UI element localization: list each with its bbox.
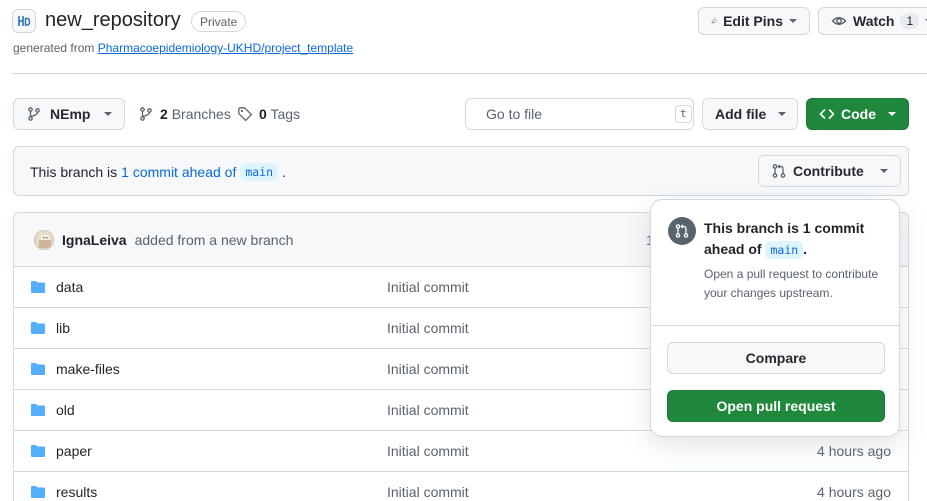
compare-button[interactable]: Compare: [667, 342, 885, 374]
git-pull-request-icon: [772, 164, 786, 178]
file-name[interactable]: lib: [56, 320, 70, 336]
chevron-down-icon: [888, 112, 896, 116]
keyboard-shortcut: t: [675, 105, 692, 123]
code-button[interactable]: Code: [806, 98, 909, 130]
git-pull-request-icon: [675, 224, 689, 238]
file-commit-message[interactable]: Initial commit: [387, 320, 469, 336]
folder-icon: [31, 281, 45, 293]
file-commit-message[interactable]: Initial commit: [387, 402, 469, 418]
file-commit-message[interactable]: Initial commit: [387, 279, 469, 295]
open-pull-request-button[interactable]: Open pull request: [667, 390, 885, 422]
tags-count: 0: [259, 106, 267, 122]
commit-message[interactable]: added from a new branch: [135, 232, 294, 248]
branch-selector-button[interactable]: NEmp: [13, 98, 125, 130]
repo-owner-avatar[interactable]: [12, 9, 36, 33]
popover-divider: [651, 325, 899, 326]
folder-icon: [31, 445, 45, 457]
popover-description: Open a pull request to contribute your c…: [704, 267, 879, 300]
file-name[interactable]: data: [56, 279, 83, 295]
file-commit-message[interactable]: Initial commit: [387, 361, 469, 377]
header-divider: [12, 73, 927, 74]
generated-from: generated from Pharmacoepidemiology-UKHD…: [13, 41, 353, 55]
folder-icon: [31, 486, 45, 498]
file-name[interactable]: make-files: [56, 361, 120, 377]
pin-icon: [711, 18, 717, 24]
chevron-down-icon: [880, 169, 888, 173]
edit-pins-button[interactable]: Edit Pins: [698, 7, 810, 35]
branch-status-banner: This branch is 1 commit ahead of main . …: [13, 146, 909, 196]
watch-count: 1: [900, 13, 920, 29]
file-time: 4 hours ago: [817, 443, 891, 459]
chevron-down-icon: [104, 112, 112, 116]
go-to-file-search[interactable]: t: [465, 98, 694, 130]
file-name[interactable]: results: [56, 484, 97, 500]
folder-icon: [31, 404, 45, 416]
chevron-down-icon: [789, 19, 797, 23]
add-file-label: Add file: [715, 106, 767, 122]
code-icon: [819, 109, 835, 119]
edit-pins-label: Edit Pins: [723, 13, 783, 29]
tag-icon: [238, 107, 253, 122]
user-avatar-icon: [39, 234, 51, 248]
avatar[interactable]: [34, 229, 54, 250]
base-branch-chip: main: [765, 241, 804, 259]
visibility-badge: Private: [191, 11, 247, 32]
contribute-button[interactable]: Contribute: [758, 155, 901, 187]
logo-icon: [18, 16, 31, 26]
pull-request-badge: [668, 217, 696, 245]
popover-title-suffix: .: [803, 241, 808, 257]
contribute-popover: This branch is 1 commit ahead of main. O…: [650, 199, 900, 437]
commit-author[interactable]: IgnaLeiva: [62, 232, 127, 248]
banner-suffix: .: [282, 164, 286, 180]
folder-icon: [31, 363, 45, 375]
base-branch-chip[interactable]: main: [240, 163, 279, 181]
template-link[interactable]: Pharmacoepidemiology-UKHD/project_templa…: [98, 41, 353, 55]
contribute-label: Contribute: [793, 163, 864, 179]
popover-title: This branch is 1 commit ahead of main.: [704, 218, 889, 261]
folder-icon: [31, 322, 45, 334]
banner-prefix: This branch is: [30, 164, 118, 180]
repo-name[interactable]: new_repository: [45, 9, 181, 32]
file-commit-message[interactable]: Initial commit: [387, 443, 469, 459]
branches-count: 2: [160, 106, 168, 122]
branches-link[interactable]: 2 Branches: [138, 106, 231, 122]
eye-icon: [831, 17, 847, 25]
file-time: 4 hours ago: [817, 484, 891, 500]
branch-status-text: This branch is 1 commit ahead of main .: [30, 163, 286, 181]
branch-name: NEmp: [50, 106, 91, 122]
commits-ahead-link[interactable]: 1 commit ahead of: [121, 164, 236, 180]
code-label: Code: [841, 106, 876, 122]
git-branch-icon: [28, 107, 40, 121]
file-name[interactable]: old: [56, 402, 75, 418]
table-row[interactable]: results Initial commit 4 hours ago: [14, 471, 908, 501]
add-file-button[interactable]: Add file: [702, 98, 798, 130]
generated-prefix: generated from: [13, 41, 95, 55]
git-branch-icon: [140, 107, 152, 121]
tags-link[interactable]: 0 Tags: [237, 106, 300, 122]
file-name[interactable]: paper: [56, 443, 92, 459]
file-commit-message[interactable]: Initial commit: [387, 484, 469, 500]
search-input[interactable]: [486, 106, 667, 122]
watch-label: Watch: [853, 13, 895, 29]
branches-label: Branches: [171, 106, 231, 122]
chevron-down-icon: [778, 112, 787, 116]
tags-label: Tags: [270, 106, 301, 122]
watch-button[interactable]: Watch 1: [818, 7, 927, 35]
